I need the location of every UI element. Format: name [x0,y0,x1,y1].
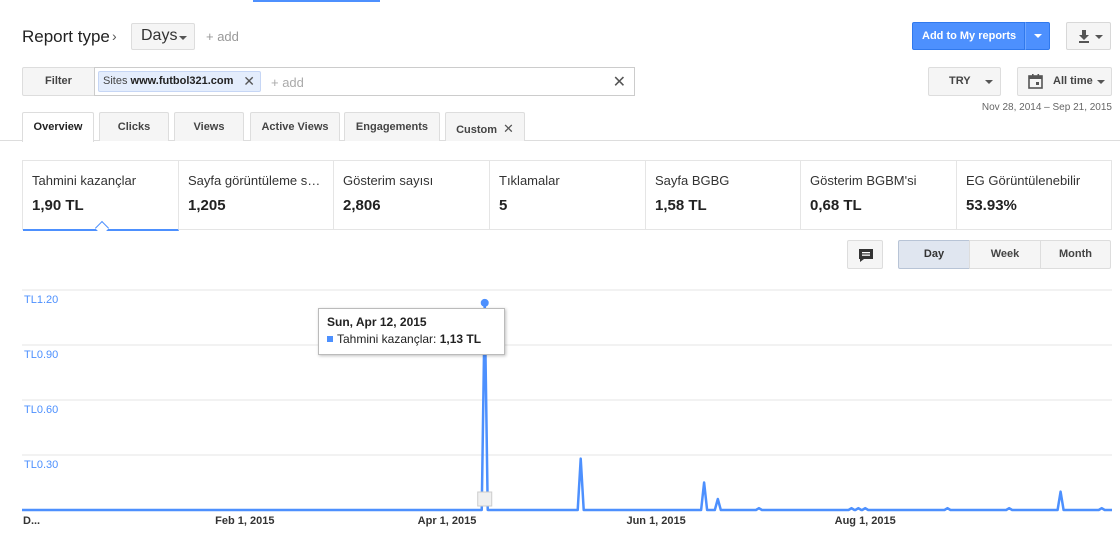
tooltip-row: Tahmini kazançlar: 1,13 TL [327,332,504,346]
filter-button[interactable]: Filter [22,67,95,96]
tab-views[interactable]: Views [174,112,244,141]
y-tick-label: TL0.30 [24,459,58,471]
metric-value: 1,58 TL [655,197,707,214]
data-point [480,298,489,307]
metric-card-impressions[interactable]: Gösterim sayısı 2,806 [334,161,490,229]
metric-card-page-rpm[interactable]: Sayfa BGBG 1,58 TL [646,161,801,229]
calendar-icon [1028,74,1043,89]
metric-label: Tahmini kazançlar [32,173,137,188]
metric-card-impression-rpm[interactable]: Gösterim BGBM'si 0,68 TL [801,161,957,229]
metrics-strip: Tahmini kazançlar 1,90 TL Sayfa görüntül… [22,160,1112,231]
tab-engagements[interactable]: Engagements [344,112,440,141]
filter-chip: Sites www.futbol321.com ✕ [98,71,261,92]
tab-custom-label: Custom [456,124,498,136]
metric-label: Gösterim sayısı [343,173,434,188]
tooltip-series-label: Tahmini kazançlar: [337,332,437,346]
chart-tooltip: Sun, Apr 12, 2015 Tahmini kazançlar: 1,1… [318,308,505,355]
remove-chip-icon[interactable]: ✕ [243,73,255,90]
metric-label: Gösterim BGBM'si [810,173,917,188]
x-tick-label: Feb 1, 2015 [215,515,274,527]
earnings-chart: TL0.30 TL0.60 TL0.90 TL1.20 D... Feb 1, 2015 A… [0,275,1120,540]
currency-dropdown[interactable]: TRY [928,67,1001,96]
x-tick-label: Jun 1, 2015 [626,515,685,527]
y-tick-label: TL0.90 [24,349,58,361]
report-type-label[interactable]: Report type [22,27,110,47]
metric-card-active-view-viewable[interactable]: EG Görüntülenebilir 53.93% [957,161,1111,229]
time-range-dropdown[interactable]: All time [1017,67,1112,96]
x-tick-label: Aug 1, 2015 [835,515,896,527]
series-line [22,301,1112,512]
filter-add-input[interactable]: + add [271,75,304,90]
tab-clicks[interactable]: Clicks [99,112,169,141]
tab-active-views[interactable]: Active Views [250,112,340,141]
metric-value: 0,68 TL [810,197,862,214]
x-tick-label: D... [23,515,40,527]
tab-custom[interactable]: Custom ✕ [445,112,525,141]
currency-value: TRY [949,75,971,87]
add-dimension-link[interactable]: + add [206,29,239,44]
metric-label: Sayfa görüntüleme s… [188,173,321,188]
filter-chip-label: Sites [103,75,128,87]
chevron-right-icon: › [112,28,117,44]
series-swatch [327,336,333,342]
report-tabs: Overview Clicks Views Active Views Engag… [0,112,1120,142]
download-icon [1079,30,1089,43]
clear-filter-icon[interactable]: ✕ [613,72,626,92]
time-range-value: All time [1053,75,1093,87]
filter-chip-value: www.futbol321.com [130,75,234,87]
metric-label: Sayfa BGBG [655,173,730,188]
metric-value: 1,90 TL [32,197,84,214]
metric-value: 1,205 [188,197,226,214]
earnings-chart-svg: TL0.30 TL0.60 TL0.90 TL1.20 D... Feb 1, 2015 A… [22,289,1112,527]
close-tab-icon[interactable]: ✕ [503,121,514,136]
dimension-value: Days [141,27,178,44]
x-tick-label: Apr 1, 2015 [418,515,477,527]
tooltip-date: Sun, Apr 12, 2015 [327,315,427,329]
metric-label: EG Görüntülenebilir [966,173,1081,188]
metric-value: 2,806 [343,197,381,214]
metric-value: 53.93% [966,197,1017,214]
annotations-button[interactable] [847,240,883,269]
tooltip-value: 1,13 TL [439,332,482,346]
metric-value: 5 [499,197,508,214]
chevron-down-icon [985,80,993,84]
add-to-my-reports-button[interactable]: Add to My reports [912,22,1025,50]
filter-input-box[interactable]: Sites www.futbol321.com ✕ + add ✕ [94,67,635,96]
add-to-reports-menu-button[interactable] [1025,22,1050,50]
granularity-week-button[interactable]: Week [969,240,1041,269]
tab-overview[interactable]: Overview [22,112,94,142]
granularity-month-button[interactable]: Month [1040,240,1111,269]
report-header: Report type › Days + add Add to My repor… [0,0,1120,70]
hover-handle [477,491,493,507]
metric-card-clicks[interactable]: Tıklamalar 5 [490,161,646,229]
comment-icon [859,249,873,262]
download-button[interactable] [1066,22,1111,50]
chevron-down-icon [1095,35,1103,39]
metric-label: Tıklamalar [499,173,560,188]
dimension-dropdown[interactable]: Days [131,23,195,50]
metric-card-page-views[interactable]: Sayfa görüntüleme s… 1,205 [179,161,334,229]
y-tick-label: TL1.20 [24,294,58,306]
chevron-down-icon [179,36,187,40]
y-tick-label: TL0.60 [24,404,58,416]
chevron-down-icon [1097,80,1105,84]
granularity-day-button[interactable]: Day [898,240,970,269]
